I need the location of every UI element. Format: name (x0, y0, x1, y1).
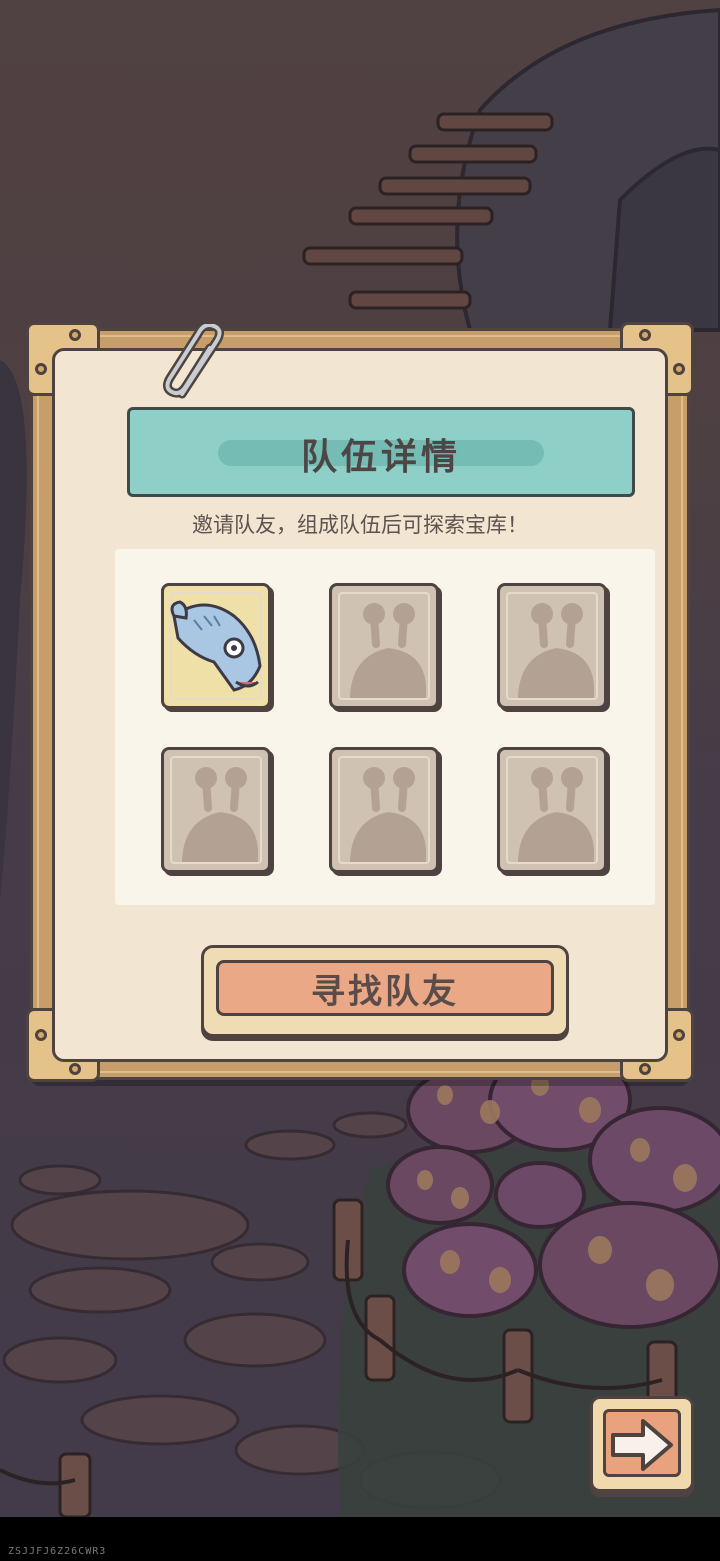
snail-silhouette-icon (518, 767, 594, 862)
team-details-dialog: 队伍详情 邀请队友，组成队伍后可探索宝库！ 寻找队友 (26, 322, 694, 1082)
fish-avatar-icon (170, 600, 262, 692)
team-slot-filled[interactable] (161, 583, 271, 709)
snail-silhouette-icon (182, 767, 258, 862)
arrow-right-icon (611, 1419, 673, 1471)
team-slot-empty[interactable] (161, 747, 271, 873)
next-arrow-button[interactable] (590, 1396, 694, 1492)
dialog-paper: 队伍详情 邀请队友，组成队伍后可探索宝库！ 寻找队友 (52, 348, 668, 1062)
paperclip-icon (162, 324, 224, 399)
team-slot-empty[interactable] (329, 747, 439, 873)
dialog-title: 队伍详情 (300, 437, 461, 478)
nail-icon (69, 329, 81, 341)
team-slot-empty[interactable] (497, 583, 607, 709)
snail-silhouette-icon (350, 767, 426, 862)
find-teammates-label: 寻找队友 (311, 972, 459, 1012)
team-slot-empty[interactable] (329, 583, 439, 709)
team-slot-empty[interactable] (497, 747, 607, 873)
team-slot-grid (115, 549, 655, 905)
find-teammates-button[interactable]: 寻找队友 (201, 945, 569, 1037)
device-watermark: ZSJJFJ6Z26CWR3 (8, 1546, 107, 1557)
nail-icon (639, 329, 651, 341)
nail-icon (673, 1029, 685, 1041)
title-bar: 队伍详情 (127, 407, 635, 497)
nail-icon (673, 363, 685, 375)
nail-icon (35, 1029, 47, 1041)
snail-silhouette-icon (518, 603, 594, 698)
nail-icon (639, 1063, 651, 1075)
snail-silhouette-icon (350, 603, 426, 698)
nail-icon (35, 363, 47, 375)
dialog-subtitle: 邀请队友，组成队伍后可探索宝库！ (192, 513, 528, 537)
nail-icon (69, 1063, 81, 1075)
